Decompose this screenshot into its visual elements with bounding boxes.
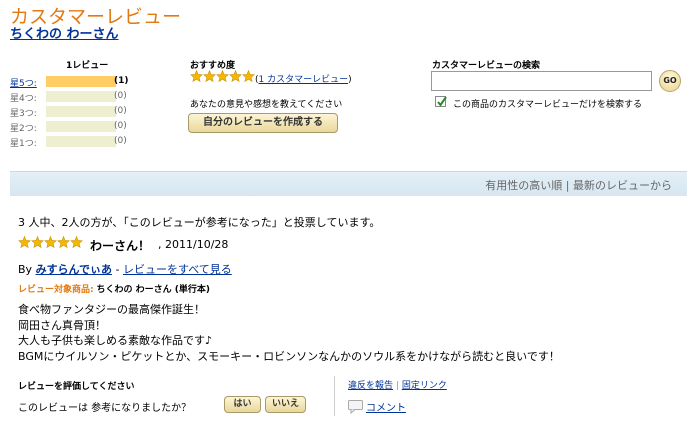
histogram-count: (1)	[114, 76, 129, 86]
histogram-count: (0)	[114, 136, 127, 146]
search-go-button[interactable]: GO	[659, 70, 681, 92]
search-scope-checkbox[interactable]	[435, 96, 447, 107]
footer-divider	[334, 376, 335, 416]
report-links: 違反を報告 | 固定リンク	[348, 378, 447, 391]
review-body-line: 食べ物ファンタジーの最高傑作誕生！	[18, 303, 205, 316]
check-icon	[437, 96, 447, 107]
review-search-input[interactable]	[431, 71, 652, 91]
review-date: , 2011/10/28	[158, 238, 229, 251]
comment-icon	[348, 399, 363, 418]
star-icon	[57, 236, 70, 248]
all-reviews-link[interactable]: レビューをすべて見る	[123, 263, 232, 276]
histogram-bar	[46, 136, 116, 147]
sort-bar: 有用性の高い順 | 最新のレビューから	[10, 171, 687, 196]
by-label: By	[18, 263, 33, 276]
star-icon	[44, 236, 57, 248]
reviewer-link[interactable]: みすらんでぃあ	[36, 263, 112, 276]
histogram-bar-fill	[46, 76, 116, 87]
helpful-no-button[interactable]: いいえ	[265, 396, 306, 413]
helpful-yes-button[interactable]: はい	[224, 396, 261, 413]
star-icon	[216, 70, 229, 82]
average-rating-stars	[190, 70, 255, 82]
comment-link[interactable]: コメント	[366, 399, 406, 414]
star-icon	[31, 236, 44, 248]
byline-separator: -	[112, 263, 123, 276]
star-icon	[70, 236, 83, 248]
link-separator: |	[395, 381, 399, 391]
histogram-row-3-star: 星3つ: (0)	[10, 105, 150, 119]
histogram-count: (0)	[114, 121, 127, 131]
review-target: レビュー対象商品: ちくわの わーさん (単行本)	[18, 282, 210, 295]
review-rating-stars	[18, 236, 83, 248]
review-count: (1 カスタマーレビュー)	[255, 72, 352, 85]
histogram-label[interactable]: 星5つ:	[10, 76, 37, 89]
search-scope-label: この商品のカスタマーレビューだけを検索する	[453, 100, 643, 110]
histogram-row-2-star: 星2つ: (0)	[10, 120, 150, 134]
report-abuse-link[interactable]: 違反を報告	[348, 381, 393, 391]
review-title: わーさん！	[90, 239, 151, 253]
review-body-line: BGMにウイルソン・ピケットとか、スモーキー・ロビンソンなんかのソウル系をかけな…	[18, 349, 560, 363]
target-product: ちくわの わーさん (単行本)	[96, 285, 210, 295]
review-body-line: 大人も子供も楽しめる素敵な作品です♪	[18, 334, 213, 347]
sort-options[interactable]: 有用性の高い順 | 最新のレビューから	[485, 177, 672, 193]
histogram-bar	[46, 121, 116, 132]
histogram-label: 星4つ:	[10, 94, 37, 104]
histogram-count: (0)	[114, 106, 127, 116]
histogram-row-5-star[interactable]: 星5つ: (1)	[10, 75, 150, 89]
histogram-bar	[46, 106, 116, 117]
target-label: レビュー対象商品:	[18, 285, 94, 295]
star-icon	[242, 70, 255, 82]
write-review-button[interactable]: 自分のレビューを作成する	[188, 113, 338, 133]
star-icon	[190, 70, 203, 82]
star-icon	[229, 70, 242, 82]
histogram-label: 星3つ:	[10, 109, 37, 119]
star-icon	[203, 70, 216, 82]
product-title-link[interactable]: ちくわの わーさん	[10, 23, 119, 42]
review-prompt: あなたの意見や感想を教えてください	[190, 100, 343, 110]
review-body-line: 岡田さん真骨頂！	[18, 318, 106, 332]
histogram-label: 星1つ:	[10, 139, 37, 149]
histogram-bar	[46, 76, 116, 87]
review-count-link[interactable]: 1 カスタマーレビュー	[259, 75, 349, 85]
rate-review-title: レビューを評価してください	[18, 382, 135, 392]
histogram-count: (0)	[114, 91, 127, 101]
review-byline: By みすらんでぃあ - レビューをすべて見る	[18, 261, 232, 277]
histogram-row-1-star: 星1つ: (0)	[10, 135, 150, 149]
histogram-bar	[46, 91, 116, 102]
permalink-link[interactable]: 固定リンク	[402, 381, 447, 391]
histogram-label: 星2つ:	[10, 124, 37, 134]
review-count-close: )	[348, 75, 352, 85]
star-icon	[18, 236, 31, 248]
helpful-question: このレビューは 参考になりましたか？	[18, 403, 192, 414]
search-title: カスタマーレビューの検索	[432, 61, 541, 71]
review-body: 食べ物ファンタジーの最高傑作誕生！ 岡田さん真骨頂！ 大人も子供も楽しめる素敵な…	[18, 302, 560, 364]
helpful-votes: 3 人中、2人の方が、「このレビューが参考になった」と投票しています。	[18, 216, 381, 229]
histogram-title: 1レビュー	[66, 61, 109, 71]
histogram-row-4-star: 星4つ: (0)	[10, 90, 150, 104]
